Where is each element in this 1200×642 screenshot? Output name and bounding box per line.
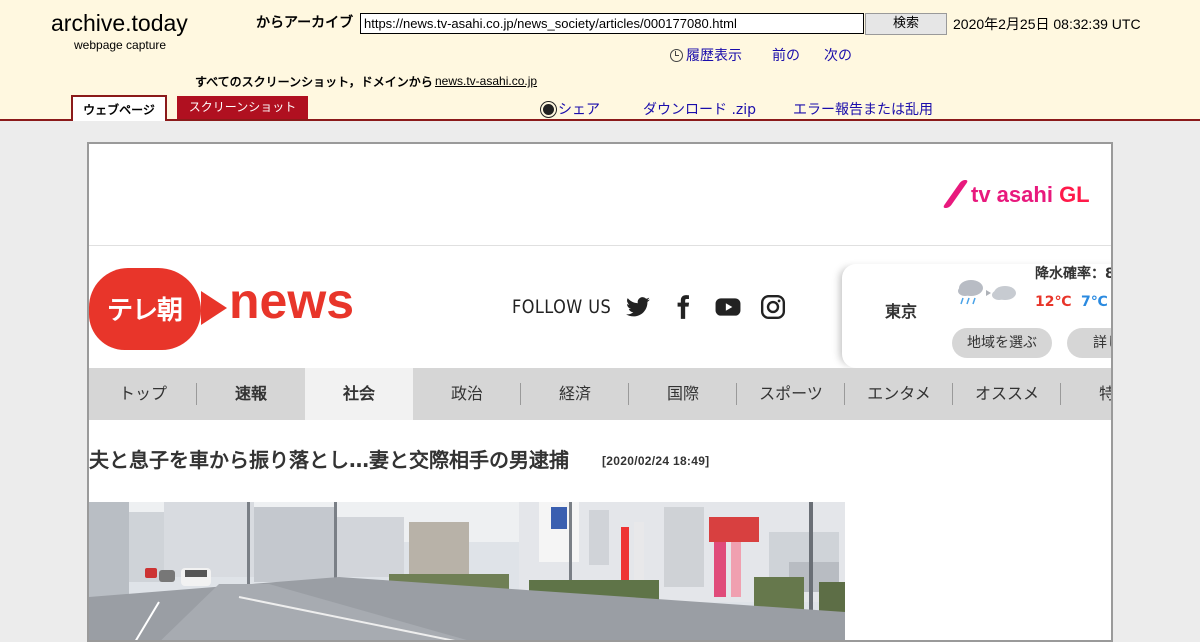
- history-icon: [670, 49, 683, 62]
- nav-recommended[interactable]: オススメ: [953, 368, 1061, 420]
- search-button[interactable]: 検索: [865, 13, 947, 35]
- nav-entertainment[interactable]: エンタメ: [845, 368, 953, 420]
- brand-logo-news[interactable]: news: [229, 272, 354, 330]
- nav-top[interactable]: トップ: [89, 368, 197, 420]
- brand-row: テレ朝 news FOLLOW US 東京 降水確率：8 12℃ 7℃ 地域を選…: [89, 246, 1113, 368]
- weather-low-temp: 7℃: [1081, 294, 1108, 310]
- weather-city[interactable]: 東京: [885, 298, 917, 322]
- nav-sports[interactable]: スポーツ: [737, 368, 845, 420]
- nav-international[interactable]: 国際: [629, 368, 737, 420]
- play-triangle-icon: [201, 291, 227, 325]
- archive-logo-subtitle: webpage capture: [74, 38, 167, 52]
- nav-breaking[interactable]: 速報: [197, 368, 305, 420]
- weather-rain-probability: 降水確率：8: [1035, 266, 1113, 282]
- nav-special[interactable]: 特: [1061, 368, 1111, 420]
- weather-details-button[interactable]: 詳し: [1067, 328, 1111, 358]
- category-nav: トップ 速報 社会 政治 経済 国際 スポーツ エンタメ オススメ 特: [89, 368, 1111, 420]
- nav-economy[interactable]: 経済: [521, 368, 629, 420]
- all-screenshots-label: すべてのスクリーンショット，ドメインから: [195, 75, 433, 89]
- next-link[interactable]: 次の: [824, 45, 852, 65]
- share-icon: [543, 104, 554, 115]
- brand-logo-tele: テレ朝: [107, 296, 183, 326]
- follow-us-label: FOLLOW US: [512, 296, 612, 318]
- archive-logo-title[interactable]: archive.today: [51, 10, 188, 37]
- nav-society[interactable]: 社会: [305, 368, 413, 420]
- article-photo: [89, 502, 845, 640]
- history-link[interactable]: 履歴表示: [670, 45, 742, 65]
- tab-webpage[interactable]: ウェブページ: [71, 95, 167, 121]
- top-ad-banner[interactable]: tv asahi GL: [89, 144, 1111, 246]
- youtube-icon[interactable]: [715, 294, 741, 320]
- tv-asahi-logo-suffix: GL: [1059, 182, 1090, 207]
- weather-widget: 東京 降水確率：8 12℃ 7℃ 地域を選ぶ 詳し: [842, 264, 1113, 368]
- archive-header: archive.today webpage capture からアーカイブ ht…: [0, 0, 1200, 121]
- select-region-button[interactable]: 地域を選ぶ: [952, 328, 1052, 358]
- captured-page: tv asahi GL テレ朝 news FOLLOW US 東京 降水確率：8…: [87, 142, 1113, 642]
- share-link[interactable]: シェア: [543, 99, 600, 119]
- facebook-icon[interactable]: [670, 294, 696, 320]
- instagram-icon[interactable]: [760, 294, 786, 320]
- archive-from-label: からアーカイブ: [256, 15, 354, 31]
- rain-then-cloudy-icon: [958, 280, 1016, 305]
- tv-asahi-slash-mark: [942, 180, 969, 208]
- nav-politics[interactable]: 政治: [413, 368, 521, 420]
- domain-link[interactable]: news.tv-asahi.co.jp: [435, 74, 537, 88]
- history-label: 履歴表示: [686, 48, 742, 64]
- tv-asahi-logo-text: tv asahi: [971, 182, 1053, 207]
- download-link[interactable]: ダウンロード .zip: [643, 99, 756, 119]
- weather-high-temp: 12℃: [1035, 294, 1072, 310]
- prev-link[interactable]: 前の: [772, 45, 800, 65]
- street-scene-image: [89, 502, 845, 640]
- article-headline: 夫と息子を車から振り落とし…妻と交際相手の男逮捕: [89, 448, 569, 472]
- url-input[interactable]: https://news.tv-asahi.co.jp/news_society…: [360, 13, 864, 34]
- article-timestamp: [2020/02/24 18:49]: [602, 454, 710, 468]
- twitter-icon[interactable]: [625, 294, 651, 320]
- capture-date: 2020年2月25日 08:32:39 UTC: [953, 16, 1141, 32]
- tv-asahi-logo[interactable]: tv asahi GL: [942, 180, 1090, 208]
- report-link[interactable]: エラー報告または乱用: [793, 99, 933, 119]
- share-label: シェア: [558, 102, 600, 118]
- tab-screenshot[interactable]: スクリーンショット: [177, 96, 308, 119]
